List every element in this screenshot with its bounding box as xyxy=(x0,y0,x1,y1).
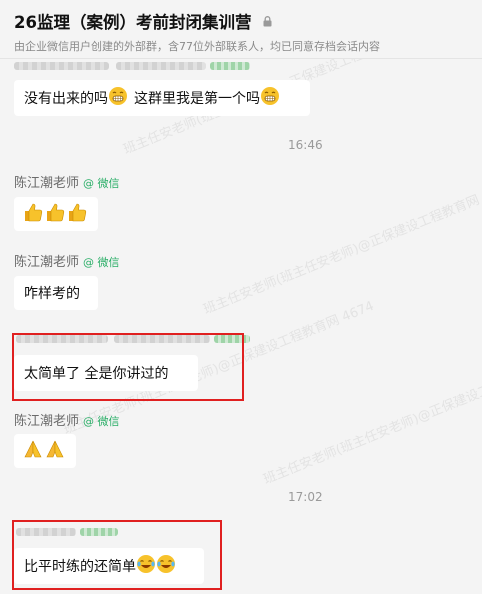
sender-name[interactable]: 陈江潮老师 @ 微信 xyxy=(14,172,120,191)
praying-hands-icon xyxy=(22,438,44,464)
emoji-message-bubble[interactable] xyxy=(14,197,98,231)
sender-name-text: 陈江潮老师 xyxy=(14,176,80,191)
blurred-wechat-tag xyxy=(210,62,250,70)
sender-name[interactable]: 陈江潮老师 @ 微信 xyxy=(14,410,120,429)
sender-name[interactable]: 陈江潮老师 @ 微信 xyxy=(14,251,120,270)
grinning-emoji-icon xyxy=(108,86,128,110)
highlight-box xyxy=(12,520,222,590)
chat-header: 26监理（案例）考前封闭集训营 由企业微信用户创建的外部群，含77位外部联系人，… xyxy=(0,0,482,59)
timestamp: 17:02 xyxy=(288,490,323,504)
message-text: 这群里我是第一个吗 xyxy=(134,91,260,107)
praying-hands-icon xyxy=(44,438,66,464)
wechat-tag: @ 微信 xyxy=(83,256,120,269)
thumbs-up-icon xyxy=(66,201,88,227)
grinning-emoji-icon xyxy=(260,86,280,110)
thumbs-up-icon xyxy=(22,201,44,227)
lock-icon xyxy=(263,12,272,31)
blurred-sender-name xyxy=(116,62,206,70)
message-text: 没有出来的吗 xyxy=(24,91,108,107)
highlight-box xyxy=(12,333,244,401)
message-bubble[interactable]: 咋样考的 xyxy=(14,276,98,310)
watermark: 班主任安老师(班主任安老师)@正保建设工程教育网 4674 xyxy=(201,178,482,318)
timestamp: 16:46 xyxy=(288,138,323,152)
sender-name-text: 陈江潮老师 xyxy=(14,255,80,270)
chat-subtitle: 由企业微信用户创建的外部群，含77位外部联系人，均已同意存档会话内容 xyxy=(14,40,380,53)
wechat-tag: @ 微信 xyxy=(83,177,120,190)
emoji-message-bubble[interactable] xyxy=(14,434,76,468)
sender-name-text: 陈江潮老师 xyxy=(14,414,80,429)
wechat-tag: @ 微信 xyxy=(83,415,120,428)
chat-title-text: 26监理（案例）考前封闭集训营 xyxy=(14,13,252,32)
blurred-sender-name xyxy=(14,62,109,70)
chat-title[interactable]: 26监理（案例）考前封闭集训营 xyxy=(14,9,272,33)
message-bubble[interactable]: 没有出来的吗 这群里我是第一个吗 xyxy=(14,80,310,116)
thumbs-up-icon xyxy=(44,201,66,227)
message-text: 咋样考的 xyxy=(24,286,80,302)
watermark: 班主任安老师(班主任安老师)@正保建设工程教育网 4674 xyxy=(261,349,482,488)
